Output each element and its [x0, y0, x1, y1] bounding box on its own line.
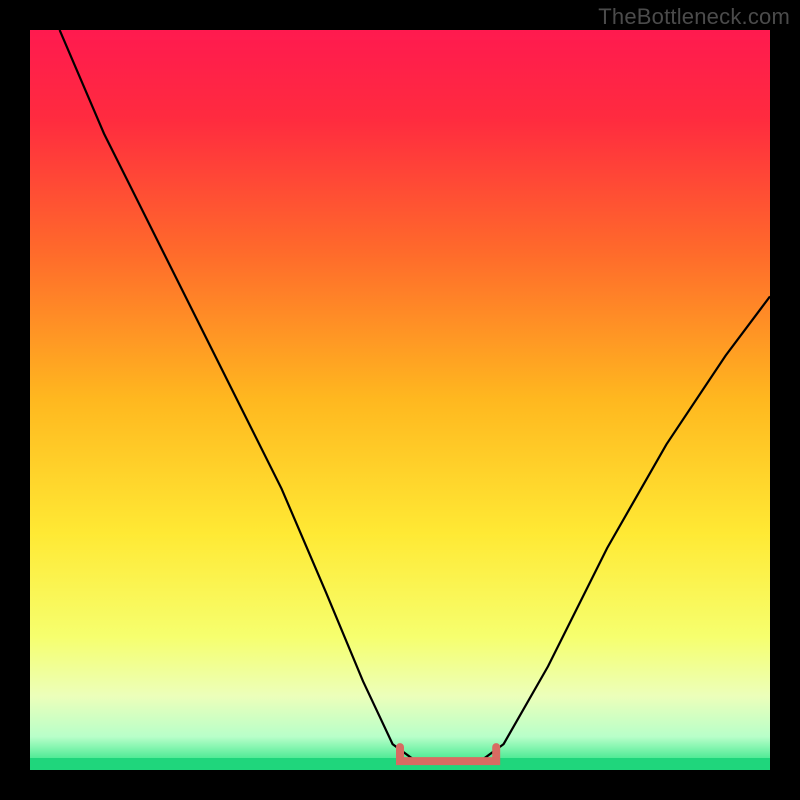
- gradient-background: [30, 30, 770, 770]
- chart-stage: TheBottleneck.com: [0, 0, 800, 800]
- watermark-text: TheBottleneck.com: [598, 4, 790, 30]
- bottleneck-chart: [0, 0, 800, 800]
